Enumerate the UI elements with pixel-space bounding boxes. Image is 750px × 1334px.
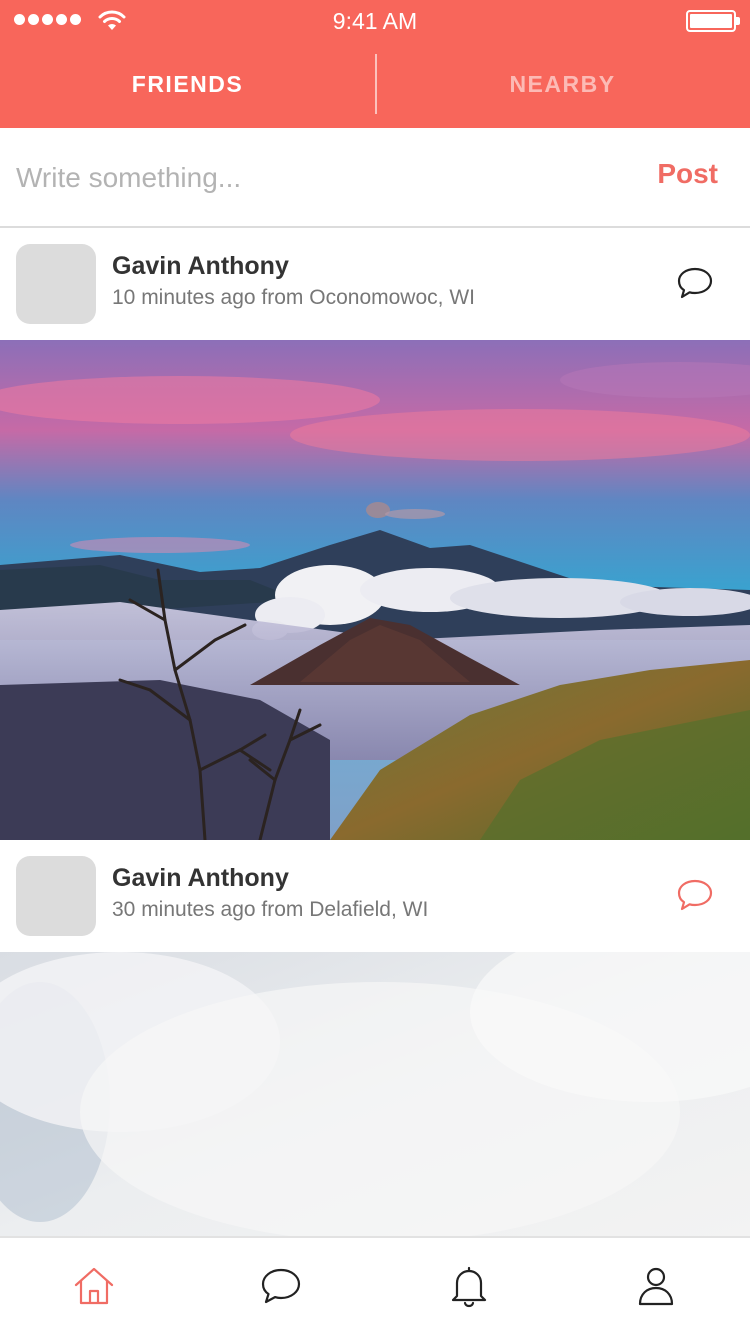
tabbar-messages[interactable]: [188, 1238, 376, 1334]
tab-divider: [375, 54, 377, 114]
feed-item-header[interactable]: Gavin Anthony 30 minutes ago from Delafi…: [0, 840, 750, 952]
feed-item-header[interactable]: Gavin Anthony 10 minutes ago from Oconom…: [0, 228, 750, 340]
bottom-tab-bar: [0, 1236, 750, 1334]
post-photo-volcano[interactable]: [0, 340, 750, 840]
post-meta: 10 minutes ago from Oconomowoc, WI: [112, 286, 475, 309]
tab-friends[interactable]: FRIENDS: [0, 40, 375, 128]
bell-icon: [451, 1266, 486, 1308]
status-bar: 9:41 AM: [0, 0, 750, 40]
profile-icon: [639, 1267, 674, 1306]
comment-icon[interactable]: [676, 878, 714, 912]
tabbar-profile[interactable]: [563, 1238, 750, 1334]
avatar[interactable]: [16, 244, 96, 324]
battery-icon: [686, 10, 740, 32]
tabbar-home[interactable]: [0, 1238, 188, 1334]
tabbar-notifications[interactable]: [375, 1238, 563, 1334]
tab-nearby[interactable]: NEARBY: [375, 40, 750, 128]
post-button[interactable]: Post: [657, 158, 718, 190]
avatar[interactable]: [16, 856, 96, 936]
post-meta: 30 minutes ago from Delafield, WI: [112, 898, 429, 921]
feed-tabs: FRIENDS NEARBY: [0, 40, 750, 128]
home-icon: [74, 1267, 113, 1305]
post-composer: Post: [0, 128, 750, 228]
chat-icon: [262, 1268, 301, 1304]
top-header: 9:41 AM FRIENDS NEARBY: [0, 0, 750, 128]
post-photo-clouds[interactable]: [0, 952, 750, 1236]
comment-icon[interactable]: [676, 266, 714, 300]
status-time: 9:41 AM: [332, 8, 418, 34]
author-name[interactable]: Gavin Anthony: [112, 252, 289, 281]
compose-input[interactable]: [16, 153, 616, 203]
author-name[interactable]: Gavin Anthony: [112, 864, 289, 893]
